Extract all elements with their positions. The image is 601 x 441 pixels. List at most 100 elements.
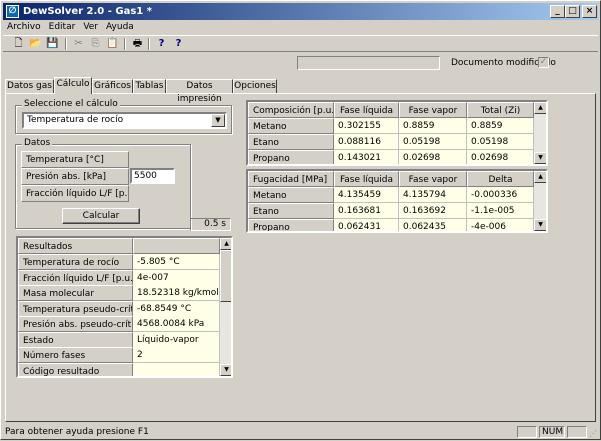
composicion-cell: 0.088116 xyxy=(334,134,399,150)
copy-icon[interactable]: ⎘ xyxy=(88,37,103,51)
resultado-label: Número fases xyxy=(18,347,133,363)
scroll-down-icon[interactable]: ▼ xyxy=(220,364,231,376)
fugacidad-col-header: Delta xyxy=(467,171,534,187)
tab-datos-gas[interactable]: Datos gas xyxy=(5,79,54,93)
status-bar: Para obtener ayuda presione F1 NUM ⋰ xyxy=(3,425,600,439)
composicion-cell: 0.8859 xyxy=(467,118,534,134)
fugacidad-cell: -4e-006 xyxy=(467,219,534,231)
toolbar: 🗋 📂 💾 ✂ ⎘ 📋 🖶 ? ? xyxy=(3,35,598,52)
toolbar-separator xyxy=(148,38,150,50)
status-pane-caps xyxy=(517,426,537,438)
presion-input[interactable]: 5500 xyxy=(130,168,175,184)
maximize-button[interactable]: □ xyxy=(565,5,580,18)
composicion-col-header: Total (Zi) xyxy=(467,102,534,118)
resultado-value xyxy=(133,362,220,376)
calcular-button[interactable]: Calcular xyxy=(62,208,140,224)
scroll-thumb[interactable] xyxy=(220,250,231,302)
save-icon[interactable]: 💾 xyxy=(45,37,60,51)
composicion-row-label: Propano xyxy=(248,150,334,164)
modified-checkbox[interactable]: ✓ xyxy=(538,57,549,68)
resultados-header: Resultados xyxy=(18,238,133,254)
print-icon[interactable]: 🖶 xyxy=(130,37,145,51)
new-icon[interactable]: 🗋 xyxy=(11,37,26,51)
paste-icon[interactable]: 📋 xyxy=(105,37,120,51)
calculo-panel: Seleccione el cálculo Temperatura de roc… xyxy=(5,93,596,422)
fugacidad-col-header: Fase vapor xyxy=(399,171,467,187)
fugacidad-cell: 0.062435 xyxy=(399,219,467,231)
resultado-value: Líquido-vapor xyxy=(133,331,220,348)
resultados-scrollbar[interactable]: ▲ ▼ xyxy=(220,238,231,376)
tab-datos-impresion[interactable]: Datos impresión xyxy=(166,79,233,104)
temperatura-label: Temperatura [°C] xyxy=(21,151,129,168)
composicion-cell: 0.02698 xyxy=(399,150,467,164)
menu-ver[interactable]: Ver xyxy=(79,20,102,35)
title-bar[interactable]: ∅ DewSolver 2.0 - Gas1 * _ □ × xyxy=(3,3,598,20)
cut-icon[interactable]: ✂ xyxy=(71,37,86,51)
composicion-grid: Composición [p.u.] Fase líquida Fase vapor… xyxy=(246,100,548,166)
resultados-header-value xyxy=(133,238,220,254)
menu-archivo[interactable]: Archivo xyxy=(3,20,45,35)
menu-ayuda[interactable]: Ayuda xyxy=(102,20,138,35)
fraccion-label: Fracción líquido L/F [p.u.] xyxy=(21,185,129,202)
help-icon[interactable]: ? xyxy=(154,37,169,51)
resultado-value: 18.52318 kg/kmol xyxy=(133,285,220,301)
close-button[interactable]: × xyxy=(582,5,597,18)
scroll-down-icon[interactable]: ▼ xyxy=(534,219,546,231)
composicion-col-header: Fase vapor xyxy=(399,102,467,118)
fugacidad-cell: -1.1e-005 xyxy=(467,203,534,219)
resultado-label: Código resultado xyxy=(18,362,133,376)
open-icon[interactable]: 📂 xyxy=(28,37,43,51)
composicion-col-header: Composición [p.u.] xyxy=(248,102,334,118)
fugacidad-cell: -0.000336 xyxy=(467,187,534,203)
calc-select-dropdown[interactable]: Temperatura de rocío ▼ xyxy=(22,112,227,129)
status-pane-scroll xyxy=(567,426,587,438)
resultado-label: Masa molecular xyxy=(18,285,133,301)
tab-calculo[interactable]: Cálculo xyxy=(54,77,92,94)
scroll-down-icon[interactable]: ▼ xyxy=(534,152,546,164)
resultado-value: 4e-007 xyxy=(133,269,220,286)
fugacidad-cell: 0.163692 xyxy=(399,203,467,219)
context-help-icon[interactable]: ? xyxy=(171,37,186,51)
fugacidad-cell: 4.135794 xyxy=(399,187,467,203)
menu-editar[interactable]: Editar xyxy=(45,20,80,35)
tab-opciones[interactable]: Opciones xyxy=(233,79,277,93)
fugacidad-cell: 4.135459 xyxy=(334,187,399,203)
resultado-label: Presión abs. pseudo-crítica xyxy=(18,316,133,332)
scroll-up-icon[interactable]: ▲ xyxy=(534,171,546,183)
resultado-value: 4568.0084 kPa xyxy=(133,316,220,332)
chevron-down-icon[interactable]: ▼ xyxy=(211,114,225,127)
composicion-cell: 0.302155 xyxy=(334,118,399,134)
composicion-cell: 0.02698 xyxy=(467,150,534,164)
calc-time: 0.5 s xyxy=(190,218,231,231)
fugacidad-scrollbar[interactable]: ▲ ▼ xyxy=(534,171,546,231)
composicion-cell: 0.8859 xyxy=(399,118,467,134)
composicion-cell: 0.143021 xyxy=(334,150,399,164)
resultado-label: Temperatura de rocío xyxy=(18,254,133,270)
scroll-up-icon[interactable]: ▲ xyxy=(534,102,546,114)
main-window: ∅ DewSolver 2.0 - Gas1 * _ □ × Archivo Ed… xyxy=(0,0,601,440)
fugacidad-row-label: Etano xyxy=(248,203,334,219)
fugacidad-row-label: Propano xyxy=(248,219,334,231)
calc-select-group: Seleccione el cálculo Temperatura de roc… xyxy=(15,99,232,134)
progress-field xyxy=(297,56,440,70)
fugacidad-col-header: Fugacidad [MPa] xyxy=(248,171,334,187)
resultado-label: Fracción líquido L/F [p.u.] xyxy=(18,269,133,286)
fugacidad-grid: Fugacidad [MPa] Fase líquida Fase vapor Del… xyxy=(246,169,548,233)
resize-grip-icon[interactable]: ⋰ xyxy=(589,427,597,441)
toolbar-separator xyxy=(124,38,126,50)
scroll-up-icon[interactable]: ▲ xyxy=(220,238,231,250)
window-title: DewSolver 2.0 - Gas1 * xyxy=(23,6,152,17)
tab-tablas[interactable]: Tablas xyxy=(133,79,166,93)
tab-graficos[interactable]: Gráficos xyxy=(92,79,133,93)
resultado-value: -68.8549 °C xyxy=(133,300,220,317)
fugacidad-cell: 0.062431 xyxy=(334,219,399,231)
composicion-col-header: Fase líquida xyxy=(334,102,399,118)
presion-label: Presión abs. [kPa] xyxy=(21,168,129,185)
composicion-cell: 0.05198 xyxy=(399,134,467,150)
resultado-value: -5.805 °C xyxy=(133,254,220,270)
composicion-cell: 0.05198 xyxy=(467,134,534,150)
minimize-button[interactable]: _ xyxy=(550,5,565,18)
composicion-scrollbar[interactable]: ▲ ▼ xyxy=(534,102,546,164)
resultado-label: Estado xyxy=(18,331,133,348)
fugacidad-cell: 0.163681 xyxy=(334,203,399,219)
